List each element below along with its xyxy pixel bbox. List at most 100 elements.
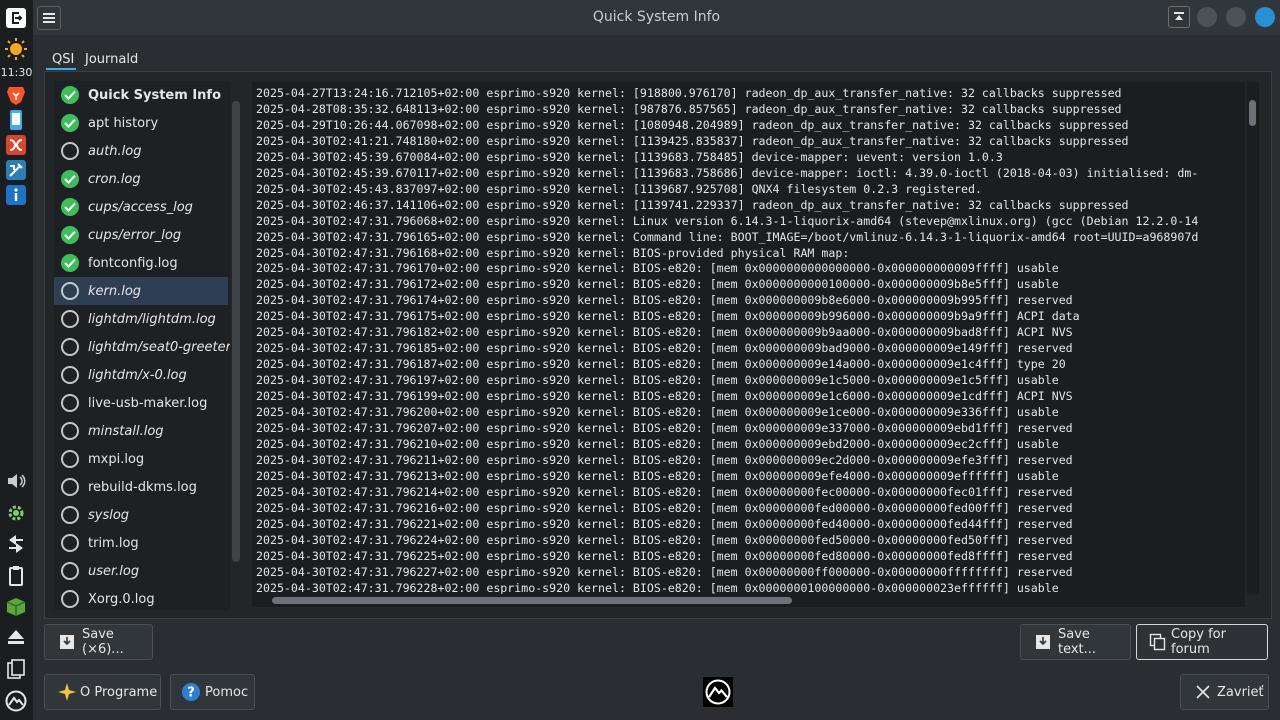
- log-line: 2025-04-30T02:47:31.796165+02:00 esprimo…: [256, 229, 1199, 244]
- list-item[interactable]: user.log: [54, 557, 228, 585]
- list-item[interactable]: apt history: [54, 109, 228, 137]
- mx-conky-icon[interactable]: [5, 134, 27, 156]
- list-item-label: kern.log: [88, 283, 142, 299]
- file-list-scrollbar[interactable]: [232, 101, 240, 562]
- mx-tools-icon[interactable]: [5, 159, 27, 181]
- list-item[interactable]: lightdm/x-0.log: [54, 361, 228, 389]
- list-item[interactable]: minstall.log: [54, 417, 228, 445]
- scrollbar-thumb[interactable]: [1249, 100, 1256, 126]
- active-tab-indicator: [46, 68, 76, 70]
- list-item[interactable]: Xorg.0.log: [54, 585, 228, 610]
- packages-box-icon[interactable]: [5, 596, 27, 618]
- copy-for-forum-button[interactable]: Copy for forum: [1136, 624, 1268, 660]
- network-arrows-icon[interactable]: [5, 533, 27, 555]
- list-item[interactable]: cron.log: [54, 165, 228, 193]
- list-item-label: apt history: [88, 115, 159, 131]
- list-item[interactable]: fontconfig.log: [54, 249, 228, 277]
- svg-text:?: ?: [187, 686, 195, 701]
- log-line: 2025-04-30T02:47:31.796225+02:00 esprimo…: [256, 548, 1073, 563]
- close-button[interactable]: Zavrieť: [1180, 674, 1269, 710]
- window-titlebar: Quick System Info: [33, 0, 1280, 35]
- list-item[interactable]: cups/access_log: [54, 193, 228, 221]
- checkmark-icon: [61, 86, 79, 104]
- list-item[interactable]: rebuild-dkms.log: [54, 473, 228, 501]
- save-text-button-label: Save text...: [1058, 627, 1097, 657]
- log-text-view[interactable]: 2025-04-27T13:24:16.712105+02:00 esprimo…: [252, 82, 1245, 594]
- empty-circle-icon: [61, 478, 79, 496]
- close-window-button[interactable]: [1255, 7, 1275, 27]
- phone-icon[interactable]: [5, 109, 27, 131]
- keep-above-icon: [1174, 12, 1184, 20]
- list-item-selected[interactable]: kern.log: [54, 277, 228, 305]
- volume-icon[interactable]: [5, 470, 27, 492]
- log-line: 2025-04-30T02:47:31.796170+02:00 esprimo…: [256, 261, 1059, 276]
- maximize-button[interactable]: [1226, 7, 1246, 27]
- log-file-list[interactable]: Quick System Info apt history auth.log c…: [54, 81, 230, 610]
- log-line: 2025-04-28T08:35:32.648113+02:00 esprimo…: [256, 101, 1122, 116]
- checkmark-icon: [61, 198, 79, 216]
- list-item-label: mxpi.log: [88, 451, 145, 467]
- list-item-label: lightdm/x-0.log: [88, 367, 187, 383]
- log-line: 2025-04-29T10:26:44.067098+02:00 esprimo…: [256, 117, 1129, 132]
- log-line: 2025-04-30T02:47:31.796068+02:00 esprimo…: [256, 213, 1199, 228]
- tab-journald[interactable]: Journald: [85, 52, 138, 67]
- list-item[interactable]: syslog: [54, 501, 228, 529]
- help-button-label: Pomoc: [205, 684, 249, 700]
- whisker-menu-icon[interactable]: [5, 7, 27, 29]
- mx-logo-icon[interactable]: [5, 690, 27, 712]
- scrollbar-thumb[interactable]: [272, 597, 792, 604]
- clipboard-icon[interactable]: [5, 565, 27, 587]
- minimize-button[interactable]: [1197, 7, 1217, 27]
- about-button-label: O Programe: [80, 684, 158, 700]
- copy-icon: [1149, 633, 1166, 651]
- list-item-label: Xorg.0.log: [88, 591, 155, 607]
- about-button[interactable]: O Programe: [44, 674, 161, 710]
- tab-qsi[interactable]: QSI: [52, 52, 74, 67]
- left-taskbar: 11:30: [0, 0, 33, 720]
- list-item[interactable]: mxpi.log: [54, 445, 228, 473]
- log-line: 2025-04-30T02:47:31.796224+02:00 esprimo…: [256, 532, 1073, 547]
- save-button[interactable]: Save (×6)...: [44, 624, 153, 660]
- eject-icon[interactable]: [5, 626, 27, 648]
- save-button-label: Save (×6)...: [82, 627, 124, 657]
- log-line: 2025-04-30T02:45:39.670117+02:00 esprimo…: [256, 165, 1199, 180]
- settings-gear-icon[interactable]: [5, 502, 27, 524]
- log-line: 2025-04-30T02:47:31.796227+02:00 esprimo…: [256, 564, 1073, 579]
- log-line: 2025-04-30T02:47:31.796175+02:00 esprimo…: [256, 309, 1080, 324]
- help-button[interactable]: ? Pomoc: [170, 674, 255, 710]
- list-item[interactable]: lightdm/lightdm.log: [54, 305, 228, 333]
- list-item-label: rebuild-dkms.log: [88, 479, 197, 495]
- list-item[interactable]: lightdm/seat0-greeter.log: [54, 333, 230, 361]
- weather-sun-icon[interactable]: [5, 38, 27, 60]
- empty-circle-icon: [61, 506, 79, 524]
- log-line: 2025-04-30T02:47:31.796182+02:00 esprimo…: [256, 325, 1073, 340]
- empty-circle-icon: [61, 338, 79, 356]
- log-horizontal-scrollbar[interactable]: [252, 594, 1245, 607]
- log-vertical-scrollbar[interactable]: [1247, 82, 1259, 594]
- list-item-label: lightdm/seat0-greeter.log: [88, 339, 230, 355]
- list-item-label: user.log: [88, 563, 140, 579]
- save-text-button[interactable]: Save text...: [1020, 624, 1131, 660]
- log-line: 2025-04-30T02:47:31.796221+02:00 esprimo…: [256, 516, 1073, 531]
- log-line: 2025-04-30T02:47:31.796210+02:00 esprimo…: [256, 436, 1059, 451]
- keep-above-button[interactable]: [1168, 6, 1190, 28]
- empty-circle-icon: [61, 450, 79, 468]
- list-item[interactable]: cups/error_log: [54, 221, 228, 249]
- window-title: Quick System Info: [592, 9, 721, 25]
- list-item-label: cups/access_log: [88, 199, 193, 215]
- tab-bar: QSI Journald: [33, 35, 1280, 71]
- download-icon: [60, 635, 74, 649]
- clock[interactable]: 11:30: [0, 66, 33, 79]
- documents-icon[interactable]: [5, 658, 27, 680]
- list-item-label: fontconfig.log: [88, 255, 178, 271]
- log-line: 2025-04-30T02:47:31.796197+02:00 esprimo…: [256, 373, 1059, 388]
- list-item[interactable]: trim.log: [54, 529, 228, 557]
- mx-logo-icon: [705, 679, 731, 705]
- copy-for-forum-label: Copy for forum: [1171, 627, 1226, 657]
- list-item[interactable]: Quick System Info: [54, 81, 228, 109]
- brave-browser-icon[interactable]: [5, 84, 27, 106]
- info-icon[interactable]: [5, 184, 27, 206]
- empty-circle-icon: [61, 282, 79, 300]
- list-item[interactable]: live-usb-maker.log: [54, 389, 228, 417]
- list-item[interactable]: auth.log: [54, 137, 228, 165]
